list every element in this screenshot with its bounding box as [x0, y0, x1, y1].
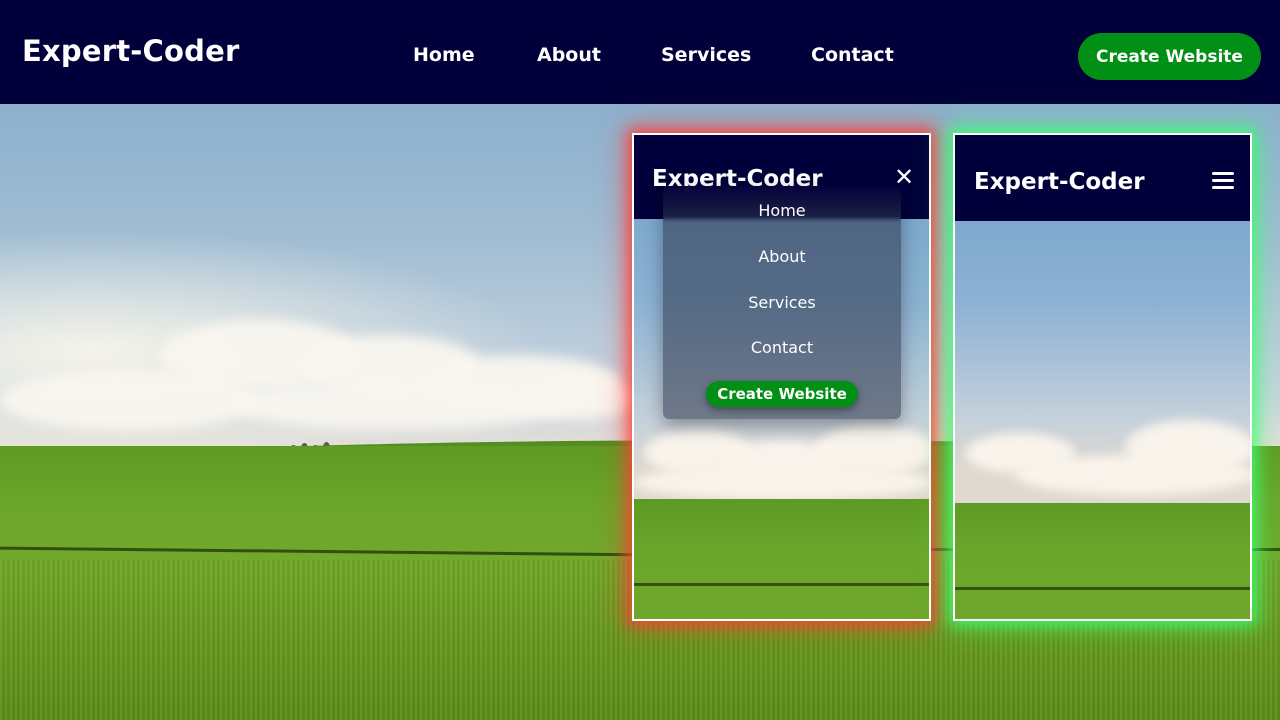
close-icon[interactable]: ✕	[893, 165, 915, 189]
nav-link-contact[interactable]: Contact	[811, 44, 894, 66]
mobile-logo[interactable]: Expert-Coder	[974, 169, 1145, 195]
site-logo[interactable]: Expert-Coder	[22, 34, 239, 68]
field-track	[955, 587, 1250, 590]
nav-link-home[interactable]: Home	[413, 44, 475, 66]
field-track	[634, 583, 929, 586]
mobile-header: Expert-Coder	[955, 135, 1250, 221]
cloud	[634, 465, 929, 500]
create-website-button[interactable]: Create Website	[1078, 33, 1261, 80]
cloud	[1015, 455, 1250, 495]
dropdown-create-website-button[interactable]: Create Website	[706, 381, 858, 407]
dropdown-item-services[interactable]: Services	[663, 293, 901, 312]
mobile-dropdown-menu: Home About Services Contact Create Websi…	[663, 186, 901, 419]
nav-link-services[interactable]: Services	[661, 44, 751, 66]
hamburger-icon[interactable]	[1212, 172, 1234, 190]
mobile-preview-menu-closed: Expert-Coder	[953, 133, 1252, 621]
navbar: Expert-Coder Home About Services Contact…	[0, 0, 1280, 104]
cloud	[0, 370, 260, 430]
dropdown-item-about[interactable]: About	[663, 247, 901, 266]
mobile-grass	[634, 499, 929, 619]
mobile-grass	[955, 503, 1250, 619]
nav-link-about[interactable]: About	[537, 44, 601, 66]
cloud	[520, 375, 640, 420]
dropdown-item-home[interactable]: Home	[663, 201, 901, 220]
dropdown-item-contact[interactable]: Contact	[663, 338, 901, 357]
cloud	[230, 380, 570, 430]
